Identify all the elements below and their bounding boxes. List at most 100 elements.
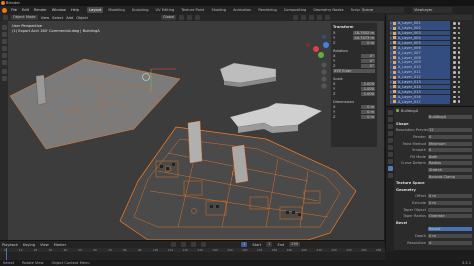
marker-menu[interactable]: Marker — [54, 243, 66, 247]
tab-texture-paint[interactable]: Texture Paint — [179, 7, 206, 13]
location-y-field[interactable]: 44.7473 m — [353, 36, 375, 40]
play-reverse-icon[interactable] — [181, 242, 187, 247]
outliner-item[interactable]: ▸ A_Layer_017 — [390, 99, 450, 104]
outliner-item[interactable]: ▸ A_Layer_009 — [390, 60, 450, 65]
pivot-icon[interactable] — [179, 15, 185, 20]
property-field[interactable]: 0 — [428, 148, 472, 153]
scale-tool-icon[interactable] — [1, 53, 7, 58]
section-header[interactable]: Bevel — [396, 221, 407, 225]
section-header[interactable]: Texture Space — [396, 181, 425, 185]
dimensions-y-field[interactable]: 0 m — [361, 110, 375, 114]
visibility-eye-icon[interactable] — [453, 75, 456, 79]
material-tab-icon[interactable] — [387, 173, 393, 178]
tab-compositing[interactable]: Compositing — [282, 7, 309, 13]
tab-shading[interactable]: Shading — [209, 7, 228, 13]
play-icon[interactable] — [191, 242, 197, 247]
add-menu[interactable]: Add — [66, 16, 73, 20]
expand-arrow-icon[interactable]: ▸ — [390, 75, 392, 79]
expand-arrow-icon[interactable]: ▸ — [390, 90, 392, 94]
expand-arrow-icon[interactable]: ▸ — [390, 36, 392, 40]
snap-icon[interactable] — [187, 15, 193, 20]
expand-arrow-icon[interactable]: ▸ — [390, 31, 392, 35]
selected-building-plan[interactable] — [119, 120, 357, 240]
expand-arrow-icon[interactable]: ▸ — [390, 65, 392, 69]
outliner-item[interactable]: ▸ A_Layer_002 — [390, 25, 450, 31]
visibility-eye-icon[interactable] — [453, 80, 456, 84]
render-camera-icon[interactable] — [457, 66, 460, 69]
visibility-eye-icon[interactable] — [453, 95, 456, 99]
visibility-eye-icon[interactable] — [453, 56, 456, 59]
outliner-item[interactable]: ▸ A_Layer_004 — [390, 35, 450, 41]
view-menu[interactable]: View — [41, 16, 50, 20]
location-z-field[interactable]: 0 m — [361, 41, 375, 45]
end-frame-field[interactable]: 250 — [289, 242, 301, 247]
world-tab-icon[interactable] — [387, 145, 393, 150]
mode-dropdown[interactable]: Object Mode — [11, 15, 38, 20]
render-camera-icon[interactable] — [457, 51, 460, 54]
property-field[interactable] — [428, 207, 472, 212]
outliner-item[interactable]: ▸ A_Layer_012 — [390, 74, 450, 80]
outliner-item[interactable]: ▸ A_Layer_005 — [390, 40, 450, 46]
visibility-eye-icon[interactable] — [453, 66, 456, 69]
start-frame-field[interactable]: 1 — [266, 242, 273, 247]
render-tab-icon[interactable] — [387, 117, 393, 122]
object-menu[interactable]: Object — [76, 16, 88, 20]
property-field[interactable]: Stretch — [428, 168, 472, 173]
render-camera-icon[interactable] — [457, 61, 460, 64]
outliner-item[interactable]: ▸ A_Layer_007 — [390, 50, 450, 55]
outliner-item[interactable]: ▸ A_Layer_014 — [390, 84, 450, 90]
dimensions-x-field[interactable]: 0 m — [361, 105, 375, 109]
render-camera-icon[interactable] — [457, 75, 460, 79]
visibility-eye-icon[interactable] — [453, 51, 456, 54]
visibility-eye-icon[interactable] — [453, 61, 456, 64]
timeline-ruler[interactable]: 0 10 20 30 40 50 60 70 80 90 100 110 120 130 140 150 160… — [0, 248, 385, 252]
property-field[interactable]: Both — [428, 154, 472, 159]
property-field[interactable]: 0 — [428, 135, 472, 140]
property-field[interactable]: 4 — [428, 240, 472, 245]
annotate-tool-icon[interactable] — [1, 69, 7, 74]
expand-arrow-icon[interactable]: ▸ — [390, 26, 392, 30]
render-camera-icon[interactable] — [457, 95, 460, 99]
property-field[interactable]: Bounds Clamp — [428, 174, 472, 179]
outliner-item[interactable]: ▸ A_Layer_013 — [390, 79, 450, 85]
keying-menu[interactable]: Keying — [23, 243, 35, 247]
select-menu[interactable]: Select — [52, 16, 63, 20]
render-camera-icon[interactable] — [457, 90, 460, 94]
jump-start-icon[interactable] — [171, 242, 177, 247]
visibility-eye-icon[interactable] — [453, 26, 456, 30]
render-camera-icon[interactable] — [457, 71, 460, 74]
select-tool-icon[interactable] — [1, 25, 7, 30]
expand-arrow-icon[interactable]: ▸ — [390, 60, 392, 64]
expand-arrow-icon[interactable]: ▸ — [390, 100, 392, 104]
section-header[interactable]: Geometry — [396, 188, 416, 192]
xray-icon[interactable] — [301, 15, 307, 20]
section-header[interactable]: Shape — [396, 122, 409, 126]
expand-arrow-icon[interactable]: ▸ — [390, 51, 392, 55]
viewport-nav-buttons[interactable] — [321, 62, 327, 89]
render-camera-icon[interactable] — [457, 85, 460, 89]
menu-window[interactable]: Window — [51, 8, 67, 12]
tab-uv-editing[interactable]: UV Editing — [154, 7, 177, 13]
blender-menu-icon[interactable] — [2, 7, 7, 13]
expand-arrow-icon[interactable]: ▸ — [390, 80, 392, 84]
property-field[interactable]: 12 — [428, 128, 472, 133]
scene-selector[interactable]: Scene — [360, 7, 404, 13]
expand-arrow-icon[interactable]: ▸ — [390, 46, 392, 50]
expand-arrow-icon[interactable]: ▸ — [390, 41, 392, 45]
curve-data-tab-icon[interactable] — [387, 166, 393, 171]
outliner-search-input[interactable] — [388, 15, 472, 20]
l-shaped-block[interactable] — [219, 62, 277, 87]
object-tab-icon[interactable] — [387, 152, 393, 157]
rotate-tool-icon[interactable] — [1, 46, 7, 51]
shading-solid-icon[interactable] — [309, 15, 315, 20]
visibility-eye-icon[interactable] — [453, 36, 456, 40]
visibility-eye-icon[interactable] — [453, 100, 456, 103]
render-camera-icon[interactable] — [457, 56, 460, 59]
floor-plan-mesh[interactable] — [9, 58, 181, 150]
expand-arrow-icon[interactable]: ▸ — [390, 95, 392, 99]
tab-rendering[interactable]: Rendering — [256, 7, 278, 13]
menu-file[interactable]: File — [10, 8, 18, 12]
rotation-x-field[interactable]: 0° — [361, 54, 375, 58]
outliner-item[interactable]: ▸ A_Layer_008 — [390, 55, 450, 60]
property-field[interactable]: 0 m — [428, 201, 472, 206]
